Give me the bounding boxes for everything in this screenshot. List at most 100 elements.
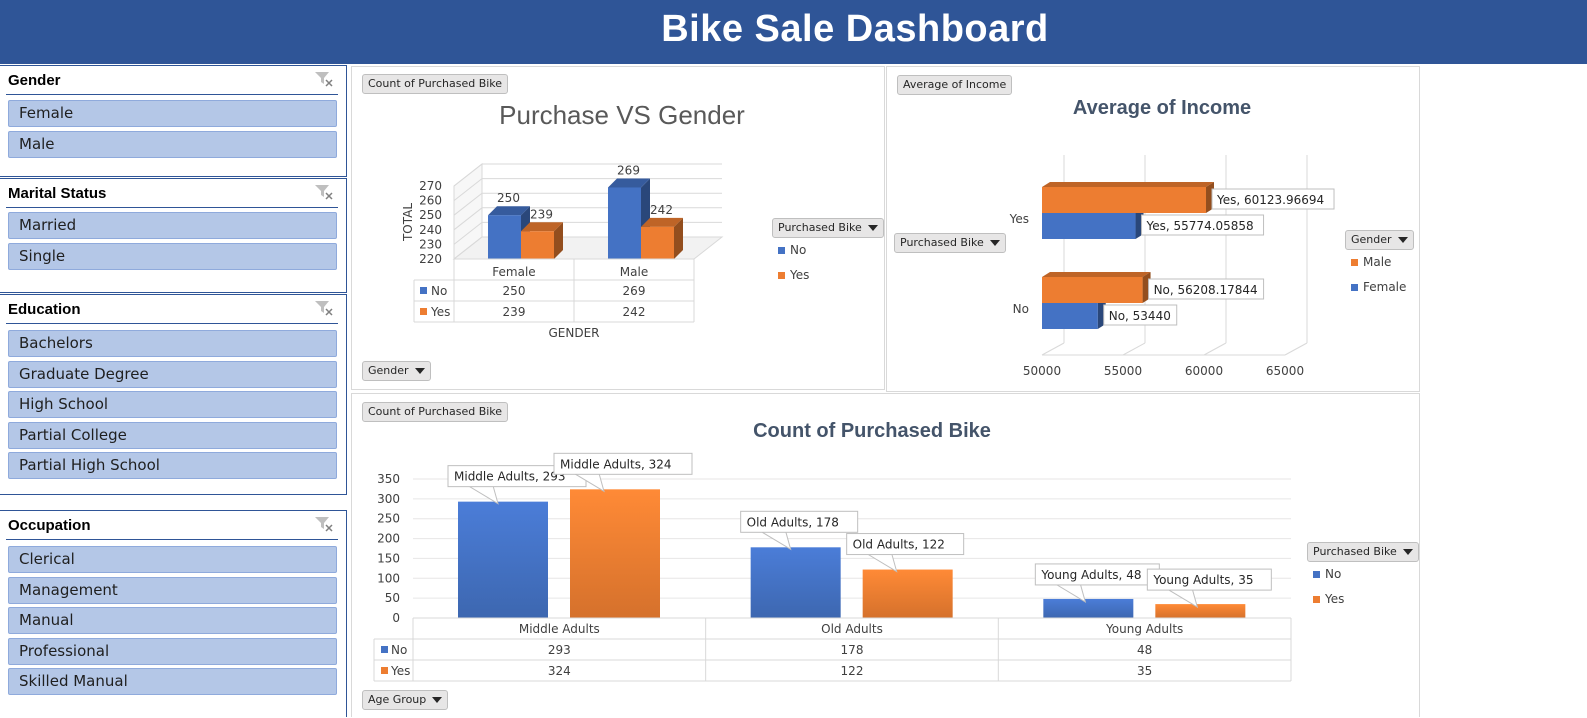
y-tick-label: 220 xyxy=(419,252,442,266)
y-tick-label: 50 xyxy=(385,591,400,605)
table-cell: 178 xyxy=(841,643,864,657)
legend-field-button[interactable]: Purchased Bike xyxy=(1307,542,1419,562)
slicer-item-male[interactable]: Male xyxy=(8,131,337,158)
table-cell: 48 xyxy=(1137,643,1152,657)
legend-item-yes: Yes xyxy=(778,268,809,282)
legend-label: Yes xyxy=(790,268,810,282)
category-label: Middle Adults xyxy=(519,622,600,636)
dashboard-title: Bike Sale Dashboard xyxy=(661,8,1049,50)
bar-female-yes xyxy=(1042,213,1136,239)
clear-filter-icon[interactable] xyxy=(314,70,334,88)
slicer-item-partial-high-school[interactable]: Partial High School xyxy=(8,452,337,479)
axis-field-button[interactable]: Purchased Bike xyxy=(894,233,1006,253)
dropdown-arrow-icon xyxy=(867,225,878,231)
legend-swatch xyxy=(1351,284,1358,291)
slicer-item-female[interactable]: Female xyxy=(8,100,337,127)
bar-yes-old-adults xyxy=(862,569,953,618)
legend-item-female: Female xyxy=(1351,280,1406,294)
legend-item-yes: Yes xyxy=(1313,592,1344,606)
legend-label: Male xyxy=(1363,255,1392,269)
slicer-item-married[interactable]: Married xyxy=(8,212,337,239)
x-tick-label: 60000 xyxy=(1185,364,1223,378)
y-tick-label: 230 xyxy=(419,237,442,251)
table-cell: 242 xyxy=(623,305,646,319)
legend-swatch xyxy=(1313,571,1320,578)
table-cell: 122 xyxy=(841,664,864,678)
clear-filter-icon[interactable] xyxy=(314,183,334,201)
legend-swatch xyxy=(778,247,785,254)
category-label: Male xyxy=(620,265,648,279)
dropdown-arrow-icon xyxy=(1402,549,1413,555)
slicer-header: Education xyxy=(0,295,346,323)
data-label: 250 xyxy=(497,191,520,205)
table-cell: 293 xyxy=(548,643,571,657)
table-row-label: No xyxy=(431,284,447,298)
callout-pointer xyxy=(758,530,792,551)
bar-yes-female xyxy=(521,231,554,259)
bar-top xyxy=(1042,182,1215,187)
clear-filter-icon[interactable] xyxy=(314,515,334,533)
slicer-item-bachelors[interactable]: Bachelors xyxy=(8,330,337,357)
legend-label: No xyxy=(790,243,807,257)
data-label: 242 xyxy=(650,203,673,217)
legend-field-button[interactable]: Gender xyxy=(1345,230,1414,250)
gridline xyxy=(453,163,722,187)
slicer-item-clerical[interactable]: Clerical xyxy=(8,546,337,573)
slicer-divider xyxy=(6,323,338,324)
slicer-item-skilled-manual[interactable]: Skilled Manual xyxy=(8,668,337,695)
x-tick-label: 50000 xyxy=(1023,364,1061,378)
y-tick-label: 260 xyxy=(419,194,442,208)
slicer-gender: Gender Female Male xyxy=(0,65,347,177)
data-label: Yes, 60123.96694 xyxy=(1216,193,1324,207)
slicer-title: Gender xyxy=(8,72,61,89)
table-cell: 250 xyxy=(503,284,526,298)
slicer-item-professional[interactable]: Professional xyxy=(8,638,337,665)
legend-item-no: No xyxy=(778,243,806,257)
legend-field-button[interactable]: Purchased Bike xyxy=(772,218,884,238)
callout-pointer xyxy=(864,553,898,573)
dropdown-arrow-icon xyxy=(414,368,425,374)
slicer-item-partial-college[interactable]: Partial College xyxy=(8,422,337,449)
gender-chart-panel: Count of Purchased Bike Purchase VS Gend… xyxy=(351,66,885,390)
bar-female-no xyxy=(1042,303,1098,329)
gridline xyxy=(453,178,722,201)
bar-no-female xyxy=(488,215,521,259)
slicer-item-management[interactable]: Management xyxy=(8,577,337,604)
table-legend-swatch xyxy=(420,287,427,294)
legend-swatch xyxy=(1351,259,1358,266)
data-label: No, 53440 xyxy=(1109,309,1171,323)
axis-field-button[interactable]: Age Group xyxy=(362,690,449,710)
callout-pointer xyxy=(466,485,499,505)
y-tick-label: 0 xyxy=(392,611,400,625)
data-label: Old Adults, 122 xyxy=(853,538,945,552)
slicer-item-high-school[interactable]: High School xyxy=(8,391,337,418)
slicer-education: Education Bachelors Graduate Degree High… xyxy=(0,294,347,495)
legend-field-label: Purchased Bike xyxy=(1313,545,1397,558)
slicer-item-manual[interactable]: Manual xyxy=(8,607,337,634)
table-row-label: Yes xyxy=(390,664,410,678)
data-label: Old Adults, 178 xyxy=(747,515,839,529)
y-tick-label: 250 xyxy=(419,208,442,222)
clear-filter-icon[interactable] xyxy=(314,299,334,317)
dropdown-arrow-icon xyxy=(989,240,1000,246)
dashboard-header: Bike Sale Dashboard xyxy=(0,0,1587,64)
slicer-title: Education xyxy=(8,301,81,318)
x-tick-label: 55000 xyxy=(1104,364,1142,378)
slicer-item-single[interactable]: Single xyxy=(8,243,337,270)
slicer-item-graduate-degree[interactable]: Graduate Degree xyxy=(8,361,337,388)
table-legend-swatch xyxy=(420,308,427,315)
axis-field-button[interactable]: Gender xyxy=(362,361,431,381)
category-label: Old Adults xyxy=(821,622,883,636)
age-chart-panel: Count of Purchased Bike Count of Purchas… xyxy=(351,393,1420,717)
bar-no-male xyxy=(608,187,641,259)
legend-swatch xyxy=(1313,596,1320,603)
slicer-divider xyxy=(6,94,338,95)
bar-no-young-adults xyxy=(1043,598,1134,618)
axis-field-label: Purchased Bike xyxy=(900,236,984,249)
bar-yes-male xyxy=(641,226,674,259)
x-tick-label: 65000 xyxy=(1266,364,1304,378)
legend-field-label: Gender xyxy=(1351,233,1392,246)
x-axis-title: GENDER xyxy=(548,326,599,340)
table-legend-swatch xyxy=(381,646,388,653)
category-label: Yes xyxy=(1009,212,1029,226)
